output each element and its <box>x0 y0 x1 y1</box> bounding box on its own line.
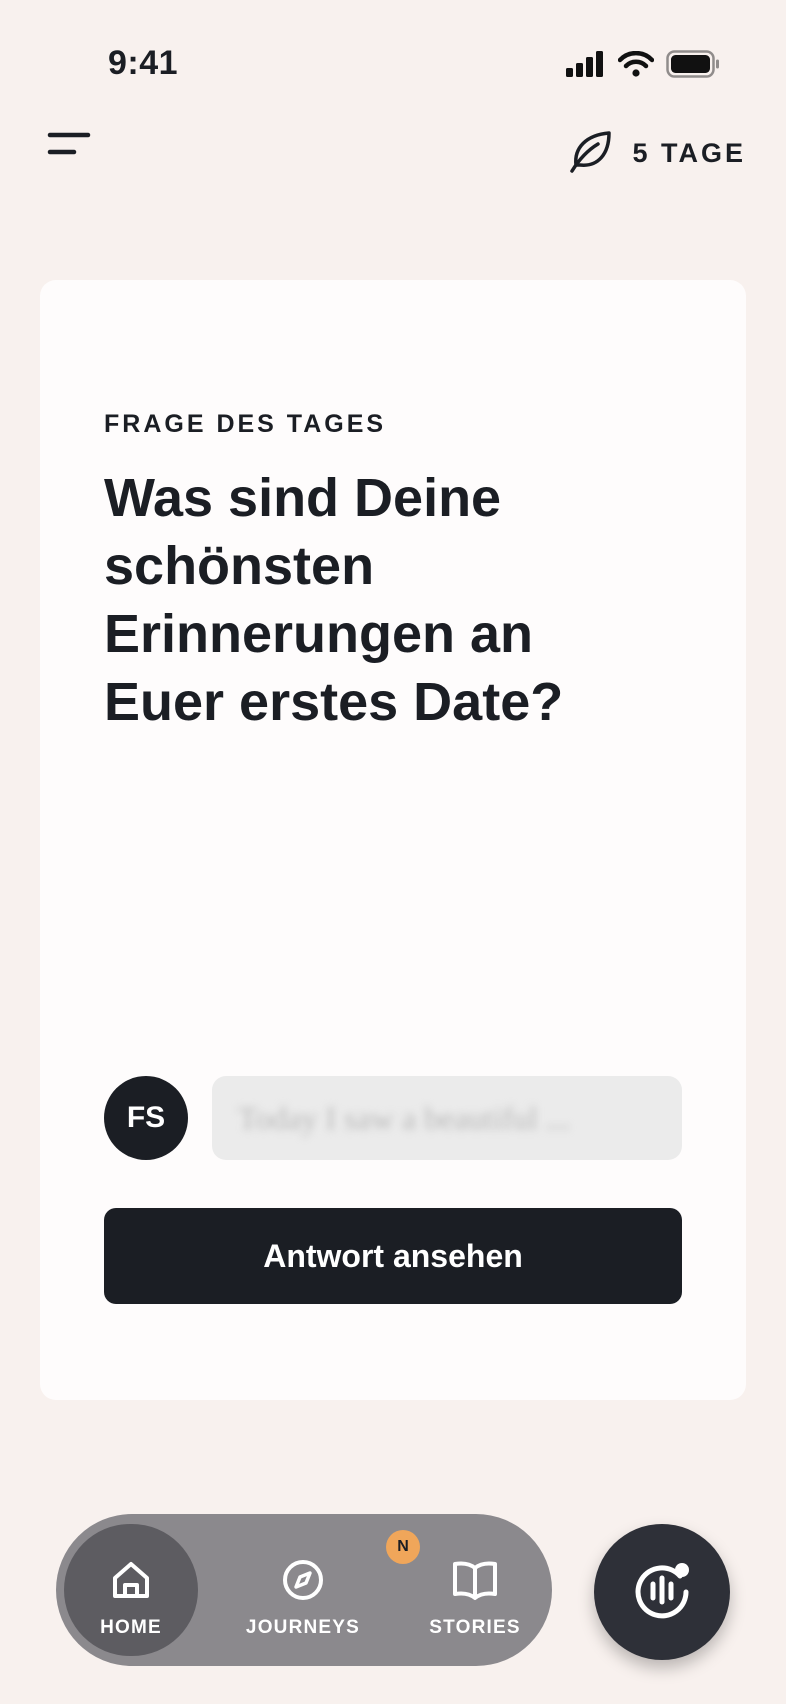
tab-journeys-label: JOURNEYS <box>245 1617 361 1638</box>
avatar-initials: FS <box>126 1101 166 1134</box>
menu-icon <box>46 132 92 164</box>
streak-indicator[interactable]: 5 TAGE <box>568 128 746 179</box>
wifi-icon <box>617 50 655 82</box>
voice-icon <box>632 1560 692 1625</box>
leaf-icon <box>568 128 614 179</box>
question-text: Was sind Deine schönsten Erinnerungen an… <box>104 468 564 732</box>
status-icons <box>566 50 720 83</box>
tab-home-label: HOME <box>100 1617 162 1638</box>
status-time: 9:41 <box>108 44 179 82</box>
tab-home[interactable]: HOME <box>64 1524 198 1656</box>
screen: 9:41 5 TAGE FRAGE DES TAGES Was sind Dei… <box>0 0 786 1704</box>
answer-preview[interactable]: Today I saw a beautiful ... <box>212 1076 682 1160</box>
tab-stories[interactable]: STORIES <box>408 1524 542 1656</box>
tab-stories-label: STORIES <box>429 1617 521 1638</box>
battery-icon <box>666 50 720 83</box>
signal-icon <box>566 51 606 82</box>
book-icon <box>452 1558 498 1607</box>
avatar: FS <box>104 1076 188 1160</box>
menu-button[interactable] <box>46 130 92 160</box>
home-icon <box>109 1558 153 1607</box>
voice-record-button[interactable] <box>594 1524 730 1660</box>
tab-journeys[interactable]: JOURNEYS <box>236 1524 370 1656</box>
answer-preview-text: Today I saw a beautiful ... <box>238 1099 570 1136</box>
view-answer-button[interactable]: Antwort ansehen <box>104 1208 682 1304</box>
streak-label: 5 TAGE <box>632 138 746 168</box>
card-eyebrow: FRAGE DES TAGES <box>104 410 387 438</box>
question-card: FRAGE DES TAGES Was sind Deine schönsten… <box>40 280 746 1400</box>
bottom-tab-bar: HOME JOURNEYS N STORIES <box>56 1514 552 1666</box>
compass-icon <box>281 1558 325 1607</box>
